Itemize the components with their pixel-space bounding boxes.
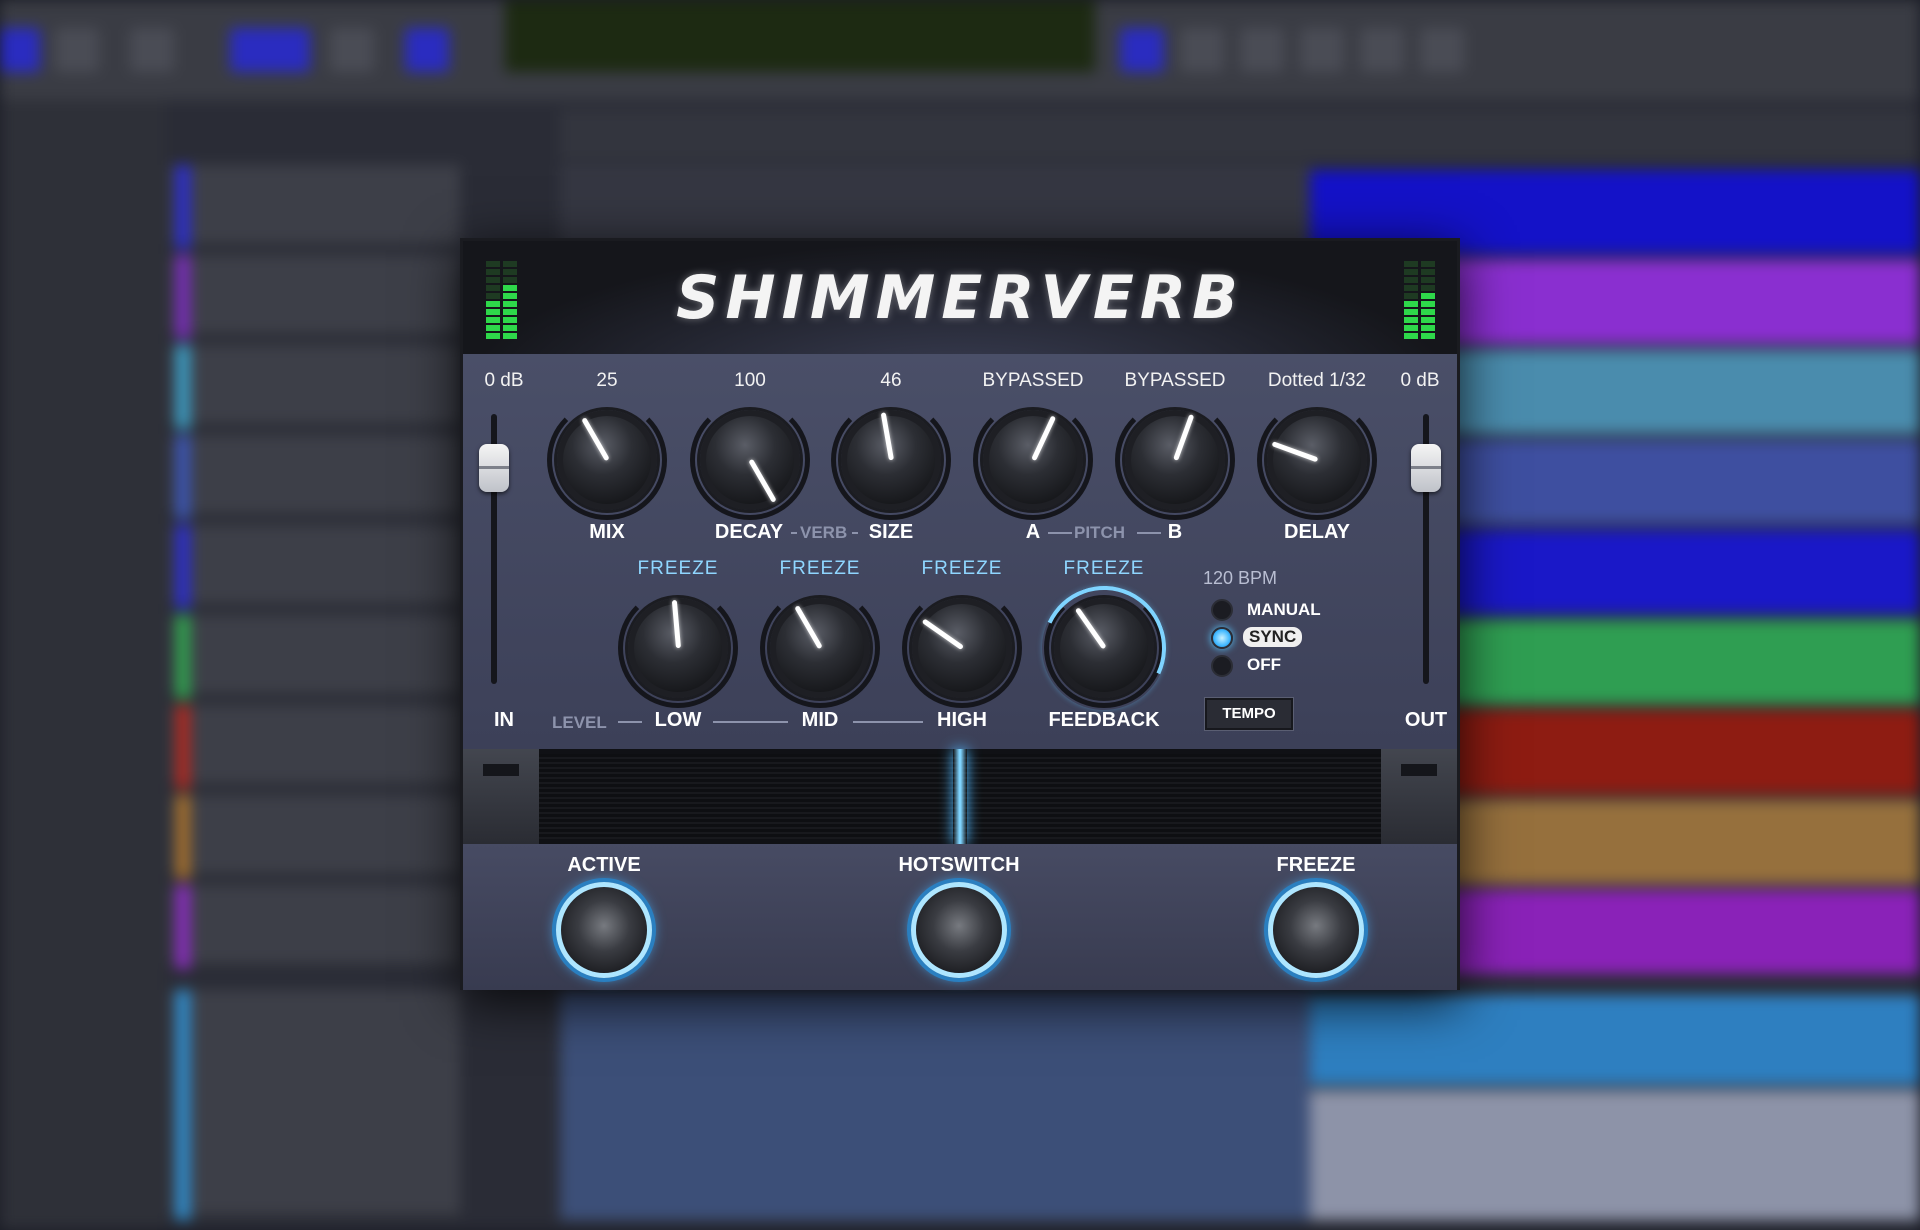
hotswitch-footswitch[interactable]: [911, 882, 1007, 978]
low-freeze-label[interactable]: FREEZE: [618, 558, 738, 580]
manual-radio[interactable]: [1211, 599, 1233, 621]
mix-knob[interactable]: [547, 400, 667, 520]
out-label: OUT: [1404, 709, 1448, 731]
decay-knob[interactable]: [690, 400, 810, 520]
plugin-header: SHIMMERVERB: [463, 241, 1457, 354]
tempo-bpm: 120 BPM: [1203, 568, 1278, 588]
mid-knob[interactable]: [760, 588, 880, 708]
pitch-a-value: BYPASSED: [982, 370, 1084, 391]
off-option[interactable]: OFF: [1247, 655, 1281, 675]
high-label: HIGH: [937, 709, 987, 731]
decay-value: 100: [734, 370, 766, 391]
high-knob[interactable]: [902, 588, 1022, 708]
active-footswitch[interactable]: [556, 882, 652, 978]
manual-option[interactable]: MANUAL: [1247, 600, 1321, 620]
pitch-a-knob[interactable]: [973, 400, 1093, 520]
low-knob[interactable]: [618, 588, 738, 708]
hotswitch-label: HOTSWITCH: [898, 854, 1020, 876]
size-knob[interactable]: [831, 400, 951, 520]
shimmerverb-plugin: SHIMMERVERB 0 dB 25 100 46 BYPASSED BYPA…: [460, 238, 1460, 990]
mix-value: 25: [596, 370, 618, 391]
sync-radio[interactable]: [1211, 627, 1233, 649]
feedback-label: FEEDBACK: [1048, 709, 1160, 731]
hotswitch-indicator: [953, 749, 967, 844]
freeze-footswitch[interactable]: [1268, 882, 1364, 978]
tempo-button[interactable]: TEMPO: [1205, 698, 1293, 730]
mid-freeze-label[interactable]: FREEZE: [760, 558, 880, 580]
controls-panel: 0 dB 25 100 46 BYPASSED BYPASSED Dotted …: [463, 354, 1457, 749]
freeze-label: FREEZE: [1276, 854, 1356, 876]
active-label: ACTIVE: [567, 854, 641, 876]
output-level-meter: [1397, 259, 1441, 339]
mix-label: MIX: [589, 521, 625, 543]
high-freeze-label[interactable]: FREEZE: [902, 558, 1022, 580]
size-label: SIZE: [868, 521, 914, 543]
footswitch-rail: [463, 749, 1457, 844]
level-group-label: LEVEL: [552, 713, 607, 732]
daw-toolbar: [0, 0, 1920, 100]
output-gain-value: 0 dB: [1400, 370, 1440, 391]
delay-label: DELAY: [1284, 521, 1350, 543]
feedback-knob[interactable]: [1024, 568, 1184, 728]
delay-knob[interactable]: [1257, 400, 1377, 520]
output-fader-cap[interactable]: [1411, 444, 1441, 492]
feedback-freeze-label[interactable]: FREEZE: [1044, 558, 1164, 580]
pitch-b-knob[interactable]: [1115, 400, 1235, 520]
size-value: 46: [880, 370, 902, 391]
sync-option[interactable]: SYNC: [1243, 627, 1303, 647]
pitch-b-value: BYPASSED: [1124, 370, 1226, 391]
plugin-title: SHIMMERVERB: [676, 263, 1244, 333]
input-fader-cap[interactable]: [479, 444, 509, 492]
pitch-b-label: B: [1167, 521, 1183, 543]
off-radio[interactable]: [1211, 655, 1233, 677]
footswitch-panel: ACTIVE HOTSWITCH FREEZE: [463, 844, 1457, 990]
